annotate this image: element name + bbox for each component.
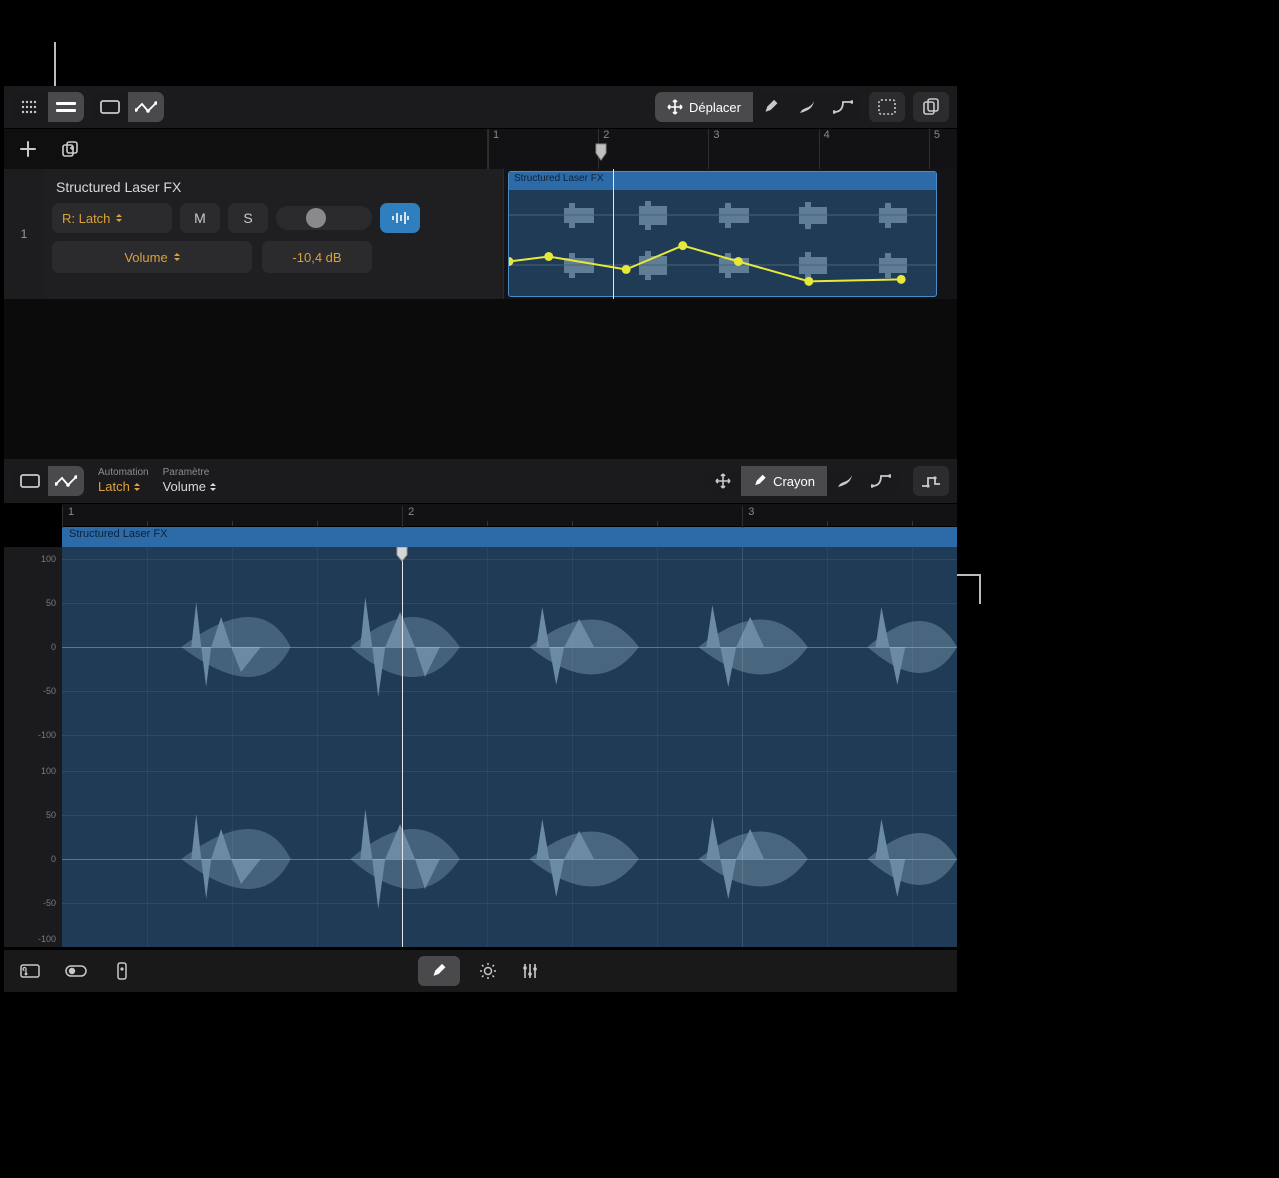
y-tick: 0	[51, 642, 56, 652]
y-tick: 100	[41, 554, 56, 564]
automation-mode-select[interactable]: R: Latch	[52, 203, 172, 233]
editor-param-select[interactable]: Paramètre Volume	[163, 467, 216, 495]
view-grid-button[interactable]	[12, 92, 48, 122]
param-label: Volume	[124, 250, 167, 265]
edit-mode-button[interactable]	[418, 956, 460, 986]
automation-value: Latch	[98, 479, 130, 495]
track-name-label: Structured Laser FX	[56, 179, 495, 195]
mute-label: M	[194, 210, 206, 226]
automation-param-select[interactable]: Volume	[52, 241, 252, 273]
view-automation-button[interactable]	[128, 92, 164, 122]
pencil-tool-button[interactable]	[753, 92, 789, 122]
track-index: 1	[4, 169, 44, 299]
editor-automation-view-button[interactable]	[48, 466, 84, 496]
y-tick: 50	[46, 598, 56, 608]
view-tracks-button[interactable]	[48, 92, 84, 122]
automation-label: Automation	[98, 467, 149, 479]
mixer-button[interactable]	[516, 957, 544, 985]
solo-label: S	[243, 210, 252, 226]
pencil-tool-label: Crayon	[773, 474, 815, 489]
curve-tool-button[interactable]	[825, 92, 861, 122]
editor-move-tool-button[interactable]	[705, 466, 741, 496]
editor-clip-name: Structured Laser FX	[69, 528, 167, 540]
automation-mode-value: R: Latch	[62, 211, 110, 226]
editor-region-view-button[interactable]	[12, 466, 48, 496]
editor-clip-header: Structured Laser FX	[62, 527, 957, 547]
chevron-updown-icon	[210, 481, 216, 493]
chevron-updown-icon	[116, 212, 122, 224]
editor-playhead-marker[interactable]	[396, 547, 408, 562]
marquee-tool-button[interactable]	[869, 92, 905, 122]
clip-header: Structured Laser FX	[509, 172, 936, 190]
editor-playhead-line	[402, 547, 403, 947]
ruler-tick: 4	[824, 129, 830, 141]
ruler-tick: 5	[934, 129, 940, 141]
copy-tool-button[interactable]	[913, 92, 949, 122]
editor-ruler[interactable]: 1 2 3	[62, 503, 957, 527]
library-button[interactable]	[16, 957, 44, 985]
y-tick: -100	[38, 934, 56, 944]
editor-pencil-tool-button[interactable]: Crayon	[741, 466, 827, 496]
y-tick: -50	[43, 898, 56, 908]
bottom-toolbar	[4, 950, 957, 992]
waveform-large	[62, 547, 957, 947]
ruler-tick: 3	[748, 506, 754, 518]
toggle-button[interactable]	[62, 957, 90, 985]
editor-automation-select[interactable]: Automation Latch	[98, 467, 149, 495]
y-tick: -50	[43, 686, 56, 696]
editor-step-tool-button[interactable]	[913, 466, 949, 496]
ruler-tick: 3	[713, 129, 719, 141]
timeline-ruler[interactable]: 1 2 3 4 5	[487, 129, 957, 169]
audio-editor: Automation Latch Paramètre Volume	[4, 459, 957, 992]
solo-button[interactable]: S	[228, 203, 268, 233]
y-tick: -100	[38, 730, 56, 740]
clip-name-label: Structured Laser FX	[514, 173, 603, 184]
y-tick: 50	[46, 810, 56, 820]
playhead-line	[613, 169, 614, 299]
move-tool-icon	[667, 99, 683, 115]
param-value-label: -10,4 dB	[292, 250, 341, 265]
ruler-tick: 2	[408, 506, 414, 518]
playhead-marker[interactable]	[595, 143, 607, 161]
ruler-tick: 2	[603, 129, 609, 141]
duplicate-track-button[interactable]	[56, 135, 84, 163]
automation-curve[interactable]	[509, 190, 936, 297]
param-label: Paramètre	[163, 467, 216, 479]
y-tick: 100	[41, 766, 56, 776]
y-tick: 0	[51, 854, 56, 864]
smart-controls-button[interactable]	[108, 957, 136, 985]
ruler-tick: 1	[68, 506, 74, 518]
chevron-updown-icon	[174, 251, 180, 263]
view-region-button[interactable]	[92, 92, 128, 122]
track-header[interactable]: Structured Laser FX R: Latch M S Volu	[44, 169, 503, 299]
audio-clip[interactable]: Structured Laser FX	[508, 171, 937, 297]
callout-line	[979, 574, 981, 604]
ruler-tick: 1	[493, 129, 499, 141]
slider-thumb[interactable]	[306, 208, 326, 228]
pencil-tool-icon	[753, 474, 767, 488]
editor-y-axis: 100 50 0 -50 -100 100 50 0 -50 -100	[4, 547, 62, 947]
track-row: 1 Structured Laser FX R: Latch M S	[4, 169, 957, 299]
move-tool-button[interactable]: Déplacer	[655, 92, 753, 122]
add-track-button[interactable]	[14, 135, 42, 163]
editor-toolbar: Automation Latch Paramètre Volume	[4, 459, 957, 503]
editor-brush-tool-button[interactable]	[827, 466, 863, 496]
input-monitor-button[interactable]	[380, 203, 420, 233]
track-lane[interactable]: Structured Laser FX	[503, 169, 957, 299]
chevron-updown-icon	[134, 481, 140, 493]
editor-curve-tool-button[interactable]	[863, 466, 899, 496]
param-value: Volume	[163, 479, 206, 495]
empty-tracks-area	[4, 299, 957, 459]
editor-waveform-canvas[interactable]	[62, 547, 957, 947]
mute-button[interactable]: M	[180, 203, 220, 233]
automation-value-display[interactable]: -10,4 dB	[262, 241, 372, 273]
top-toolbar: Déplacer	[4, 86, 957, 129]
brightness-button[interactable]	[474, 957, 502, 985]
move-tool-label: Déplacer	[689, 100, 741, 115]
brush-tool-button[interactable]	[789, 92, 825, 122]
pan-slider[interactable]	[276, 206, 372, 230]
